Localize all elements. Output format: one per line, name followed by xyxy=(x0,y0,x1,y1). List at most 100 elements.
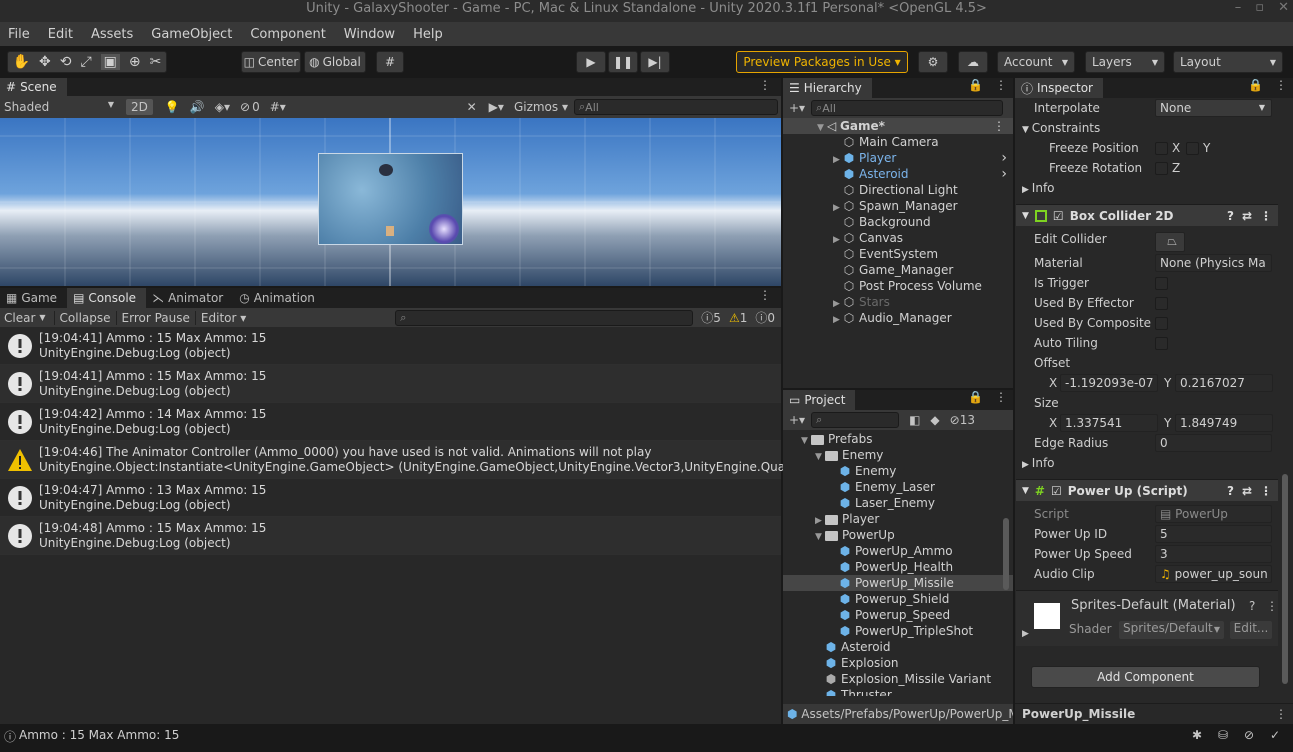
size-x-field[interactable]: 1.337541 xyxy=(1060,414,1158,432)
play-button[interactable]: ▶ xyxy=(576,51,606,73)
tab-scene[interactable]: # Scene xyxy=(0,78,67,96)
status-message[interactable]: Ammo : 15 Max Ammo: 15 xyxy=(19,728,179,742)
freeze-position-y-checkbox[interactable] xyxy=(1186,142,1199,155)
lock-icon[interactable]: 🔒 xyxy=(962,78,989,98)
hidden-objects-icon[interactable]: ⊘ xyxy=(240,100,250,114)
console-log-row[interactable]: [19:04:42] Ammo : 14 Max Ammo: 15 UnityEn… xyxy=(0,403,781,441)
tab-inspector[interactable]: ⓘ Inspector xyxy=(1015,78,1103,98)
camera-icon[interactable]: ▶▾ xyxy=(489,100,504,114)
settings-button[interactable]: ⚙ xyxy=(918,51,948,73)
account-dropdown[interactable]: Account ▼ xyxy=(997,51,1075,73)
component-menu-icon[interactable]: ⋮ xyxy=(1260,209,1272,223)
menu-file[interactable]: File xyxy=(8,27,30,42)
hidden-packages-icon[interactable]: ⊘ xyxy=(950,413,960,427)
add-icon[interactable]: +▾ xyxy=(783,413,811,427)
rotate-tool-icon[interactable]: ⟲ xyxy=(60,54,72,70)
lighting-icon[interactable]: 💡 xyxy=(165,100,180,114)
scene-search-input[interactable]: ⌕ All xyxy=(574,99,778,115)
row-menu-icon[interactable]: ⋮ xyxy=(993,118,1005,134)
lock-icon[interactable]: 🔒 xyxy=(1242,78,1269,98)
effects-icon[interactable]: ◈▾ xyxy=(215,100,230,114)
inspector-scrollbar[interactable] xyxy=(1282,474,1288,684)
material-object-field[interactable]: None (Physics Ma xyxy=(1155,254,1272,272)
menu-component[interactable]: Component xyxy=(250,27,325,42)
powerup-script-header[interactable]: ▼ # ☑ Power Up (Script) ? ⇄ ⋮ xyxy=(1016,479,1278,501)
auto-tiling-checkbox[interactable] xyxy=(1155,337,1168,350)
hierarchy-item[interactable]: ⬡ EventSystem xyxy=(783,246,1013,262)
layers-dropdown[interactable]: Layers ▼ xyxy=(1085,51,1165,73)
cache-icon[interactable]: ⛁ xyxy=(1218,728,1228,742)
hierarchy-item[interactable]: ⬡ Background xyxy=(783,214,1013,230)
project-item[interactable]: ⬢ Explosion_Missile Variant xyxy=(783,671,1013,687)
gizmos-dropdown[interactable]: Gizmos ▾ xyxy=(514,100,568,114)
hierarchy-item[interactable]: ▶ ⬡ Canvas xyxy=(783,230,1013,246)
tab-console[interactable]: ▤ Console xyxy=(67,288,147,308)
editor-dropdown[interactable]: Editor ▾ xyxy=(194,310,251,325)
edge-radius-field[interactable]: 0 xyxy=(1155,434,1272,452)
filter-type-icon[interactable]: ◧ xyxy=(909,413,920,427)
hierarchy-item[interactable]: ▶ ⬡ Stars xyxy=(783,294,1013,310)
help-icon[interactable]: ? xyxy=(1227,484,1234,498)
tools-icon[interactable]: ✕ xyxy=(467,100,477,114)
project-item[interactable]: ⬢ Powerup_Shield xyxy=(783,591,1013,607)
warning-filter-button[interactable]: ⚠1 xyxy=(729,311,747,325)
panel-menu-icon[interactable]: ⋮ xyxy=(749,288,781,308)
close-icon[interactable]: ✕ xyxy=(1278,0,1289,15)
project-item[interactable]: ▼ Enemy xyxy=(783,447,1013,463)
add-component-button[interactable]: Add Component xyxy=(1031,666,1260,688)
clear-button[interactable]: Clear xyxy=(0,311,39,325)
maximize-icon[interactable]: ▫ xyxy=(1255,0,1264,15)
component-enabled-checkbox[interactable]: ☑ xyxy=(1053,209,1064,223)
tab-project[interactable]: ▭ Project xyxy=(783,390,856,410)
hand-tool-icon[interactable]: ✋ xyxy=(13,54,30,70)
console-log-row[interactable]: [19:04:46] The Animator Controller (Ammo… xyxy=(0,441,833,479)
chevron-right-icon[interactable]: ▶ xyxy=(833,312,843,328)
check-icon[interactable]: ✓ xyxy=(1270,728,1280,742)
constraints-foldout[interactable]: ▼ Constraints xyxy=(1022,119,1100,137)
used-by-effector-checkbox[interactable] xyxy=(1155,297,1168,310)
project-item[interactable]: ⬢ PowerUp_Health xyxy=(783,559,1013,575)
lock-icon[interactable]: 🔒 xyxy=(962,390,989,410)
panel-menu-icon[interactable]: ⋮ xyxy=(989,78,1013,98)
panel-menu-icon[interactable]: ⋮ xyxy=(1275,707,1287,721)
used-by-composite-checkbox[interactable] xyxy=(1155,317,1168,330)
console-log-row[interactable]: [19:04:47] Ammo : 13 Max Ammo: 15 UnityEn… xyxy=(0,479,781,517)
pivot-center-button[interactable]: ◫ Center xyxy=(241,51,301,73)
audio-clip-field[interactable]: ♫ power_up_soun xyxy=(1155,565,1272,583)
preset-icon[interactable]: ⇄ xyxy=(1242,484,1252,498)
menu-gameobject[interactable]: GameObject xyxy=(151,27,232,42)
project-item[interactable]: ⬢ Enemy xyxy=(783,463,1013,479)
project-item[interactable]: ⬢ PowerUp_Ammo xyxy=(783,543,1013,559)
collider-info-foldout[interactable]: ▶ Info xyxy=(1022,454,1055,472)
scene-view[interactable] xyxy=(0,118,781,286)
offset-y-field[interactable]: 0.2167027 xyxy=(1175,374,1273,392)
help-icon[interactable]: ? xyxy=(1227,209,1234,223)
rect-tool-icon[interactable]: ▣ xyxy=(100,54,120,70)
interpolate-dropdown[interactable]: None ▼ xyxy=(1155,99,1272,117)
chevron-down-icon[interactable]: ▼ xyxy=(801,433,811,449)
hierarchy-item[interactable]: ⬡ Main Camera xyxy=(783,134,1013,150)
hierarchy-item[interactable]: ▶ ⬡ Spawn_Manager xyxy=(783,198,1013,214)
game-camera-frame[interactable] xyxy=(318,153,463,245)
powerup-id-field[interactable]: 5 xyxy=(1155,525,1272,543)
2d-toggle[interactable]: 2D xyxy=(126,99,153,115)
audio-icon[interactable]: 🔊 xyxy=(190,100,205,114)
project-item[interactable]: ▼ PowerUp xyxy=(783,527,1013,543)
chevron-right-icon[interactable]: ▶ xyxy=(1022,629,1029,639)
size-y-field[interactable]: 1.849749 xyxy=(1175,414,1273,432)
chevron-right-icon[interactable]: › xyxy=(1001,166,1007,182)
shader-edit-button[interactable]: Edit... xyxy=(1230,621,1272,639)
tab-animation[interactable]: ◷ Animation xyxy=(233,288,325,308)
bug-icon[interactable]: ✱ xyxy=(1192,728,1202,742)
panel-menu-icon[interactable]: ⋮ xyxy=(1269,78,1293,98)
menu-assets[interactable]: Assets xyxy=(91,27,133,42)
project-item[interactable]: ⬢ Thruster xyxy=(783,687,1013,696)
collapse-button[interactable]: Collapse xyxy=(53,310,116,325)
project-item[interactable]: ⬢ Asteroid xyxy=(783,639,1013,655)
shader-dropdown[interactable]: Sprites/Default ▼ xyxy=(1119,621,1224,639)
info-foldout[interactable]: ▶ Info xyxy=(1022,179,1055,197)
offset-x-field[interactable]: -1.192093e-07 xyxy=(1060,374,1158,392)
edit-collider-button[interactable]: ⏢ xyxy=(1155,232,1185,252)
project-item[interactable]: ⬢ Powerup_Speed xyxy=(783,607,1013,623)
menu-window[interactable]: Window xyxy=(344,27,395,42)
